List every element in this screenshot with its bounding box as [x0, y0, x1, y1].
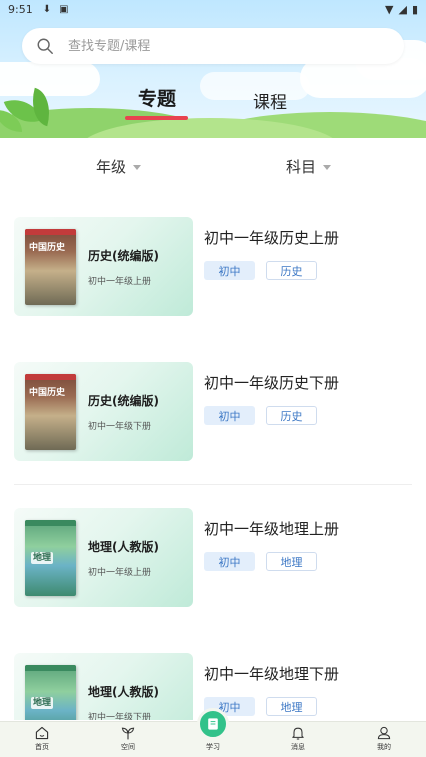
- level-tag: 初中: [204, 261, 255, 280]
- card-subtitle: 初中一年级上册: [88, 568, 152, 578]
- search-bar[interactable]: [22, 28, 404, 64]
- nav-space-label: 空间: [121, 743, 135, 751]
- item-title: 初中一年级地理下册: [204, 665, 340, 683]
- subject-tag: 历史: [266, 406, 317, 425]
- card-title: 历史(统编版): [88, 394, 159, 408]
- card-title: 地理(人教版): [88, 540, 159, 554]
- list-item[interactable]: 中国历史 历史(统编版) 初中一年级上册 初中一年级历史上册 初中 历史: [14, 217, 414, 317]
- user-icon: [377, 726, 391, 740]
- notification-icon: ▣: [59, 3, 69, 15]
- nav-study-label: 学习: [206, 743, 220, 751]
- cover-title: 中国历史: [29, 388, 66, 398]
- item-title: 初中一年级地理上册: [204, 520, 340, 538]
- nav-messages[interactable]: 消息: [278, 725, 318, 752]
- download-icon: ⬇: [42, 3, 52, 15]
- level-tag: 初中: [204, 406, 255, 425]
- subject-filter-dropdown[interactable]: 科目: [286, 156, 332, 177]
- card-subtitle: 初中一年级下册: [88, 422, 152, 432]
- item-title: 初中一年级历史上册: [204, 229, 340, 247]
- card-title: 历史(统编版): [88, 249, 159, 263]
- tab-bar: 专题 课程: [0, 82, 426, 122]
- status-time: 9:51: [8, 2, 33, 16]
- caret-down-icon: [323, 165, 332, 170]
- cover-title: 地理: [31, 697, 54, 709]
- item-title: 初中一年级历史下册: [204, 374, 340, 392]
- topic-card: 中国历史 历史(统编版) 初中一年级下册: [14, 362, 193, 461]
- nav-profile[interactable]: 我的: [364, 725, 404, 752]
- nav-space[interactable]: 空间: [108, 725, 148, 752]
- sprout-icon: [121, 727, 135, 740]
- nav-study-button[interactable]: [197, 708, 229, 740]
- grade-filter-label: 年级: [96, 158, 127, 176]
- list-item[interactable]: 中国历史 历史(统编版) 初中一年级下册 初中一年级历史下册 初中 历史: [14, 362, 414, 462]
- wifi-icon: ▼: [385, 2, 394, 16]
- topic-card: 中国历史 历史(统编版) 初中一年级上册: [14, 217, 193, 316]
- book-cover-image: 中国历史: [25, 374, 76, 450]
- bell-icon: [292, 727, 304, 740]
- subject-tag: 历史: [266, 261, 317, 280]
- subject-filter-label: 科目: [286, 158, 317, 176]
- search-input[interactable]: [68, 38, 368, 54]
- card-title: 地理(人教版): [88, 685, 159, 699]
- nav-home-label: 首页: [35, 743, 49, 751]
- topic-card: 地理 地理(人教版) 初中一年级下册: [14, 653, 193, 720]
- tab-topics[interactable]: 专题: [138, 84, 176, 111]
- cover-title: 地理: [31, 552, 54, 564]
- battery-icon: ▮: [411, 2, 418, 16]
- topic-card: 地理 地理(人教版) 初中一年级上册: [14, 508, 193, 607]
- status-bar: 9:51 ⬇ ▣ ▼ ◢ ▮: [0, 0, 426, 18]
- grade-filter-dropdown[interactable]: 年级: [96, 156, 142, 177]
- book-icon: [208, 718, 218, 730]
- topic-list: 中国历史 历史(统编版) 初中一年级上册 初中一年级历史上册 初中 历史 中国历…: [0, 200, 426, 720]
- filter-bar: 年级 科目: [0, 148, 426, 184]
- list-item[interactable]: 地理 地理(人教版) 初中一年级上册 初中一年级地理上册 初中 地理: [14, 508, 414, 608]
- signal-icon: ◢: [398, 2, 407, 16]
- level-tag: 初中: [204, 552, 255, 571]
- home-icon: [35, 726, 49, 740]
- caret-down-icon: [133, 165, 142, 170]
- nav-profile-label: 我的: [377, 743, 391, 751]
- subject-tag: 地理: [266, 697, 317, 716]
- nav-home[interactable]: 首页: [22, 725, 62, 752]
- book-cover-image: 地理: [25, 520, 76, 596]
- tab-active-indicator: [125, 116, 188, 120]
- book-cover-image: 地理: [25, 665, 76, 720]
- book-cover-image: 中国历史: [25, 229, 76, 305]
- card-subtitle: 初中一年级上册: [88, 277, 152, 287]
- card-subtitle: 初中一年级下册: [88, 713, 152, 720]
- search-icon: [37, 38, 53, 54]
- tab-courses[interactable]: 课程: [253, 88, 287, 113]
- cover-title: 中国历史: [29, 243, 66, 253]
- subject-tag: 地理: [266, 552, 317, 571]
- nav-messages-label: 消息: [291, 743, 305, 751]
- list-divider: [14, 484, 412, 485]
